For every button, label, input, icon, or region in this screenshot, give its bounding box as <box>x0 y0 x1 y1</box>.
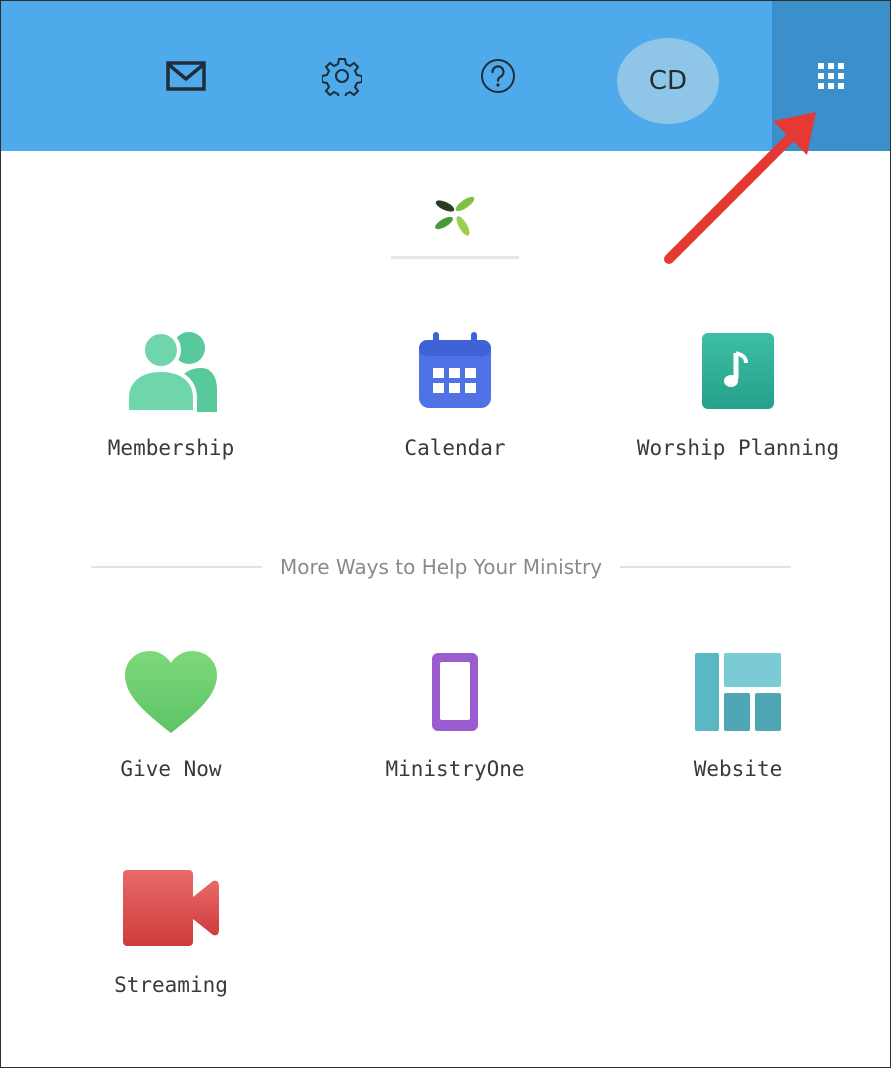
top-bar: CD <box>1 1 890 151</box>
avatar-initials: CD <box>648 66 688 96</box>
heart-icon <box>121 647 221 737</box>
app-streaming[interactable]: Streaming <box>46 863 296 997</box>
music-note-icon <box>688 326 788 416</box>
app-membership[interactable]: Membership <box>46 326 296 460</box>
gear-icon[interactable] <box>317 51 367 101</box>
leaf-logo-icon <box>435 196 475 236</box>
brand-logo <box>391 185 519 259</box>
app-worship-planning[interactable]: Worship Planning <box>613 326 863 460</box>
divider-line-left <box>91 566 262 568</box>
website-layout-icon <box>688 647 788 737</box>
app-website[interactable]: Website <box>613 647 863 781</box>
apps-grid-icon <box>818 63 844 89</box>
app-label-calendar: Calendar <box>404 436 506 460</box>
mail-icon[interactable] <box>161 51 211 101</box>
section-divider: More Ways to Help Your Ministry <box>91 549 792 585</box>
app-launcher-panel: CD Membership Calendar Worship Planning … <box>0 0 891 1068</box>
logo-underline <box>391 256 519 259</box>
app-ministryone[interactable]: MinistryOne <box>330 647 580 781</box>
video-camera-icon <box>121 863 221 953</box>
app-label-worship-planning: Worship Planning <box>636 436 840 460</box>
section-divider-text: More Ways to Help Your Ministry <box>279 555 603 579</box>
app-label-ministryone: MinistryOne <box>385 757 525 781</box>
app-label-membership: Membership <box>107 436 235 460</box>
app-label-give-now: Give Now <box>120 757 222 781</box>
apps-grid-button[interactable] <box>772 1 890 151</box>
app-label-website: Website <box>693 757 783 781</box>
user-avatar[interactable]: CD <box>617 38 719 124</box>
app-label-streaming: Streaming <box>114 973 228 997</box>
help-icon[interactable] <box>473 51 523 101</box>
calendar-icon <box>405 326 505 416</box>
app-calendar[interactable]: Calendar <box>330 326 580 460</box>
people-icon <box>121 326 221 416</box>
app-give-now[interactable]: Give Now <box>46 647 296 781</box>
phone-icon <box>405 647 505 737</box>
divider-line-right <box>620 566 792 568</box>
